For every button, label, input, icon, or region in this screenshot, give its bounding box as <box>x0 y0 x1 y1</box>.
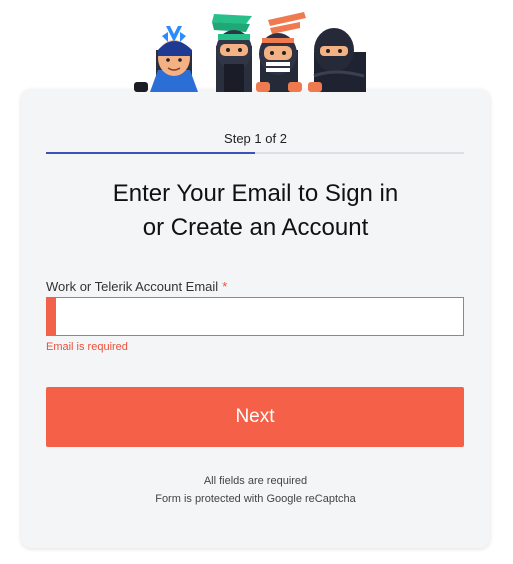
step-indicator: Step 1 of 2 <box>224 131 287 146</box>
progress-track <box>46 152 464 154</box>
email-error-message: Email is required <box>46 341 128 353</box>
required-fields-note: All fields are required <box>203 475 308 487</box>
required-marker: * <box>222 279 228 294</box>
green-ninja-mascot <box>212 14 252 92</box>
email-label-text: Work or Telerik Account Email <box>46 279 219 294</box>
page-title-line-2: or Create an Account <box>142 214 369 241</box>
sign-in-card: Step 1 of 2 Enter Your Email to Sign in … <box>21 89 490 548</box>
page-title: Enter Your Email to Sign in or Create an… <box>21 177 490 245</box>
ninja-mascots-illustration <box>134 12 366 92</box>
email-label: Work or Telerik Account Email * <box>46 279 227 294</box>
email-field[interactable] <box>46 297 464 336</box>
page-title-line-1: Enter Your Email to Sign in <box>112 180 399 207</box>
black-ninja-mascot <box>308 28 366 92</box>
red-ninja-mascot <box>256 12 306 92</box>
samurai-mascot <box>134 26 198 92</box>
progress-fill <box>46 152 255 154</box>
next-button[interactable]: Next <box>46 387 464 447</box>
sign-in-page: Step 1 of 2 Enter Your Email to Sign in … <box>0 0 513 564</box>
recaptcha-note: Form is protected with Google reCaptcha <box>155 493 356 505</box>
